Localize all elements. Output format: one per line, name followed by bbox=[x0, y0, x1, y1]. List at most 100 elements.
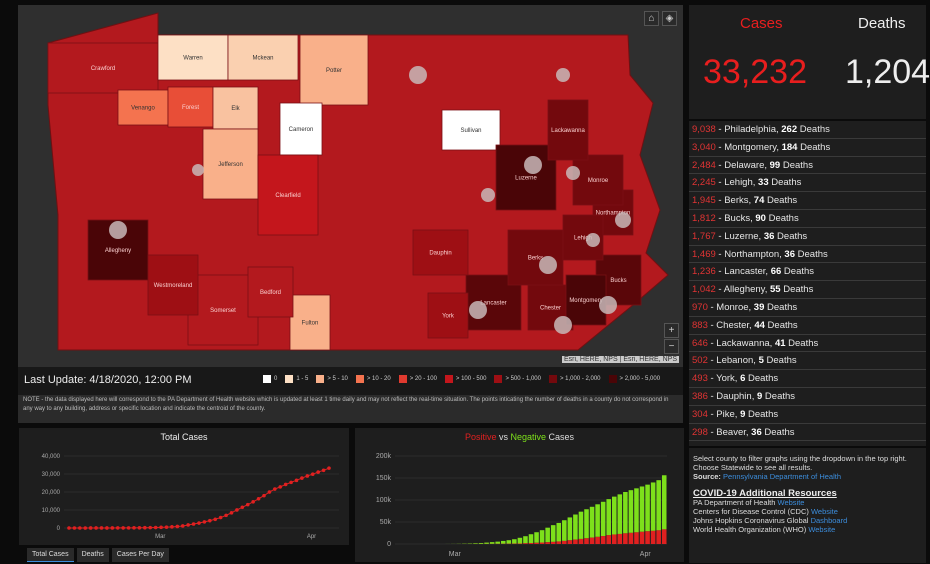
county-list-row[interactable]: 502 - Lebanon, 5 Deaths bbox=[689, 352, 926, 371]
death-centroid-marker[interactable] bbox=[192, 164, 204, 176]
legend-item: > 1,000 - 2,000 bbox=[548, 375, 601, 383]
death-centroid-marker[interactable] bbox=[409, 66, 427, 84]
county-cases: 1,469 bbox=[692, 248, 716, 260]
x-tick-label: Mar bbox=[449, 551, 462, 558]
negative-bar bbox=[645, 484, 650, 532]
negative-bar bbox=[573, 514, 578, 540]
county-list-row[interactable]: 1,812 - Bucks, 90 Deaths bbox=[689, 210, 926, 228]
county-deaths-suffix: Deaths bbox=[781, 266, 815, 278]
zoom-out-button[interactable]: − bbox=[664, 339, 679, 354]
tab-deaths[interactable]: Deaths bbox=[76, 548, 109, 562]
source-label: Source: bbox=[693, 472, 724, 481]
county-cases: 883 bbox=[692, 319, 708, 331]
deaths-label: Deaths bbox=[858, 15, 906, 32]
county-list-row[interactable]: 646 - Lackawanna, 41 Deaths bbox=[689, 335, 926, 353]
death-centroid-marker[interactable] bbox=[586, 233, 600, 247]
map-attribution: Esri, HERE, NPS | Esri, HERE, NPS bbox=[561, 356, 679, 363]
county-list-row[interactable]: 1,469 - Northampton, 36 Deaths bbox=[689, 246, 926, 264]
death-centroid-marker[interactable] bbox=[524, 156, 542, 174]
county-list-row[interactable]: 1,945 - Berks, 74 Deaths bbox=[689, 192, 926, 210]
legend-item: > 5 - 10 bbox=[316, 375, 348, 383]
death-centroid-marker[interactable] bbox=[566, 166, 580, 180]
death-centroid-marker[interactable] bbox=[469, 301, 487, 319]
county-list-row[interactable]: 1,236 - Lancaster, 66 Deaths bbox=[689, 263, 926, 282]
resource-link[interactable]: Website bbox=[811, 507, 838, 516]
county-map[interactable]: Crawford Warren Mckean Potter Venango Forest E… bbox=[18, 5, 683, 423]
county-deaths: 44 bbox=[754, 319, 765, 331]
y-tick-label: 50k bbox=[380, 519, 392, 526]
county-list-row[interactable]: 2,245 - Lehigh, 33 Deaths bbox=[689, 174, 926, 193]
death-centroid-marker[interactable] bbox=[599, 296, 617, 314]
county-deaths: 39 bbox=[753, 301, 765, 313]
county-list-row[interactable]: 386 - Dauphin, 9 Deaths bbox=[689, 388, 926, 406]
county-label-allegheny: Allegheny bbox=[105, 248, 131, 254]
county-cases: 1,767 bbox=[692, 230, 716, 242]
resource-text: PA Department of Health bbox=[693, 498, 778, 507]
positive-bar bbox=[611, 534, 617, 544]
county-list-row[interactable]: 304 - Pike, 9 Deaths bbox=[689, 406, 926, 424]
county-label-potter: Potter bbox=[326, 68, 342, 74]
tab-cases-per-day[interactable]: Cases Per Day bbox=[111, 548, 169, 562]
county-list-row[interactable]: 298 - Beaver, 36 Deaths bbox=[689, 424, 926, 442]
county-cases: 1,812 bbox=[692, 212, 716, 224]
data-point bbox=[327, 466, 331, 470]
death-centroid-marker[interactable] bbox=[556, 68, 570, 82]
zoom-in-button[interactable]: + bbox=[664, 323, 679, 338]
death-centroid-marker[interactable] bbox=[481, 188, 495, 202]
death-centroid-marker[interactable] bbox=[615, 212, 631, 228]
county-list[interactable]: 9,038 - Philadelphia, 262 Deaths 3,040 - … bbox=[689, 121, 926, 446]
positive-bar bbox=[628, 532, 634, 544]
data-point bbox=[159, 525, 163, 530]
county-deaths-suffix: Deaths bbox=[774, 230, 808, 242]
home-icon[interactable]: ⌂ bbox=[644, 11, 659, 26]
death-centroid-marker[interactable] bbox=[109, 221, 127, 239]
data-point bbox=[267, 490, 272, 494]
negative-bar bbox=[634, 488, 639, 533]
y-tick-label: 150k bbox=[376, 475, 392, 482]
county-list-row[interactable]: 493 - York, 6 Deaths bbox=[689, 370, 926, 388]
county-name: - Luzerne, bbox=[715, 230, 764, 242]
county-list-row[interactable]: 883 - Chester, 44 Deaths bbox=[689, 317, 926, 335]
data-point bbox=[170, 525, 174, 529]
county-list-row[interactable]: 970 - Monroe, 39 Deaths bbox=[689, 299, 926, 317]
county-deaths-suffix: Deaths bbox=[762, 390, 796, 402]
legend-swatch bbox=[355, 375, 364, 383]
county-name: - Chester, bbox=[707, 319, 755, 331]
resource-link[interactable]: Dashboard bbox=[811, 516, 848, 525]
county-list-row[interactable]: 1,767 - Luzerne, 36 Deaths bbox=[689, 228, 926, 246]
data-point bbox=[278, 485, 283, 489]
negative-bar bbox=[528, 534, 534, 544]
data-point bbox=[121, 526, 125, 530]
resource-link[interactable]: Website bbox=[778, 498, 805, 507]
layers-icon[interactable]: ◈ bbox=[662, 11, 677, 26]
county-label-cameron: Cameron bbox=[289, 127, 314, 133]
county-list-row[interactable]: 2,484 - Delaware, 99 Deaths bbox=[689, 157, 926, 175]
positive-bar bbox=[578, 538, 584, 544]
death-centroid-marker[interactable] bbox=[539, 256, 557, 274]
county-list-row[interactable]: 3,040 - Montgomery, 184 Deaths bbox=[689, 139, 926, 157]
county-list-row[interactable]: 9,038 - Philadelphia, 262 Deaths bbox=[689, 121, 926, 139]
positive-bar bbox=[634, 532, 639, 544]
tab-total-cases[interactable]: Total Cases bbox=[27, 548, 74, 562]
data-point bbox=[305, 474, 310, 478]
resources-title: COVID-19 Additional Resources bbox=[693, 488, 837, 499]
negative-bar bbox=[661, 475, 667, 530]
negative-bar bbox=[562, 520, 567, 541]
resource-link[interactable]: Website bbox=[808, 525, 835, 534]
pennsylvania-county-map[interactable]: Crawford Warren Mckean Potter Venango Forest E… bbox=[18, 5, 683, 367]
source-link[interactable]: Pennsylvania Department of Health bbox=[723, 472, 841, 481]
title-part: Negative bbox=[510, 432, 547, 442]
county-label-venango: Venango bbox=[131, 106, 155, 112]
negative-bar bbox=[639, 486, 645, 532]
data-point bbox=[132, 526, 136, 530]
total-cases-chart: Total Cases 0 10,000 20,000 30,000 40,000 Mar… bbox=[19, 428, 349, 545]
death-centroid-marker[interactable] bbox=[554, 316, 572, 334]
legend-label: > 500 - 1,000 bbox=[505, 376, 541, 382]
positive-bar bbox=[595, 536, 600, 544]
county-cases: 386 bbox=[692, 390, 708, 402]
county-deaths: 99 bbox=[769, 159, 781, 171]
county-list-row[interactable]: 1,042 - Allegheny, 55 Deaths bbox=[689, 281, 926, 299]
positive-bar bbox=[623, 533, 628, 544]
county-name: - Lackawanna, bbox=[707, 337, 775, 349]
data-point bbox=[67, 526, 71, 530]
